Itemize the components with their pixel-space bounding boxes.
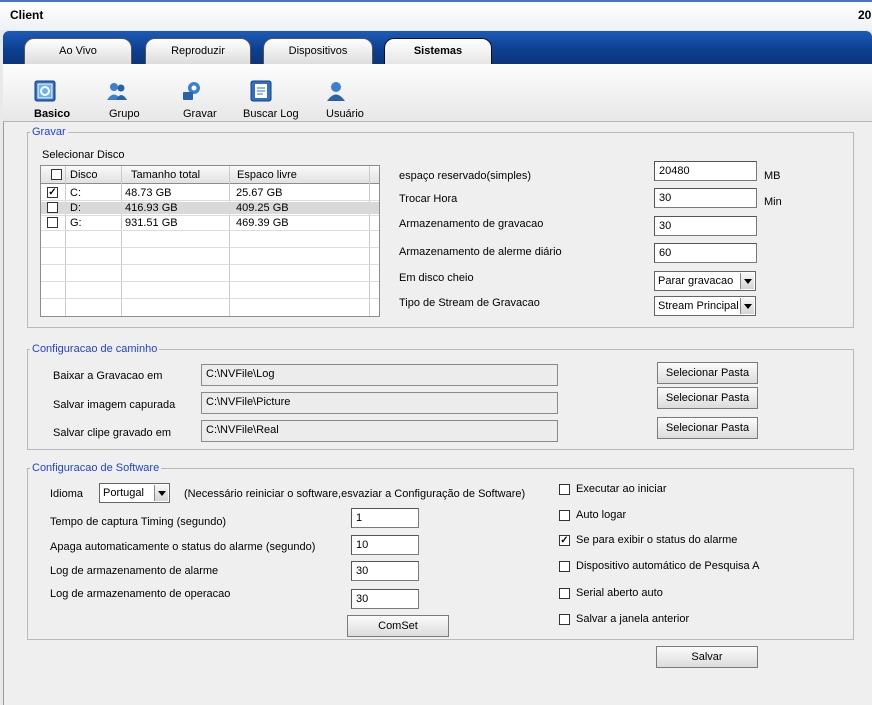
language-select[interactable]: Portugal [99,483,170,503]
software-config-legend: Configuracao de Software [32,462,160,474]
table-row[interactable]: G: 931.51 GB 469.39 GB [41,217,379,229]
column-header-espaco: Espaco livre [237,169,297,181]
alarm-clear-label: Apaga automaticamente o status do alarme… [50,541,316,553]
cell-free: 409.25 GB [236,202,289,214]
option-label: Serial aberto auto [576,587,663,599]
cell-total: 931.51 GB [125,217,178,229]
subnav-basico-label: Basico [34,108,71,120]
window-title-right: 20 [858,8,872,22]
row-checkbox[interactable] [47,217,58,228]
tab-ao-vivo[interactable]: Ao Vivo [24,38,132,64]
reserved-space-input[interactable]: 20480 [654,161,757,181]
path-picture-label: Salvar imagem capurada [53,399,176,411]
op-log-label: Log de armazenamento de operacao [50,588,231,600]
option-label: Dispositivo automático de Pesquisa A [576,560,760,572]
log-search-icon [250,80,272,102]
capture-timing-input[interactable]: 1 [351,508,419,528]
path-download-label: Baixar a Gravacao em [53,370,163,382]
option-label: Executar ao iniciar [576,483,667,495]
option-checkbox[interactable] [559,588,570,599]
stream-type-select[interactable]: Stream Principal [654,296,756,316]
column-header-tamanho: Tamanho total [131,169,201,181]
path-download-field: C:\NVFile\Log [201,364,558,386]
cell-total: 416.93 GB [125,202,178,214]
path-config-legend: Configuracao de caminho [32,343,158,355]
language-note: (Necessário reiniciar o software,esvazia… [184,488,526,500]
language-value: Portugal [103,487,144,499]
storage-label: Armazenamento de gravacao [399,218,544,230]
basic-settings-icon [34,80,56,102]
record-camera-icon [183,82,200,100]
select-folder-clip-button[interactable]: Selecionar Pasta [657,417,758,439]
tab-reproduzir[interactable]: Reproduzir [145,38,251,64]
chevron-down-icon[interactable] [740,298,754,314]
gravar-legend: Gravar [32,126,66,138]
switch-time-input[interactable]: 30 [654,188,757,208]
alarm-storage-input[interactable]: 60 [654,243,757,263]
tab-sistemas[interactable]: Sistemas [384,38,492,64]
cell-disk: G: [70,217,82,229]
reserved-space-unit: MB [764,170,781,182]
cell-disk: C: [70,187,81,199]
select-folder-picture-button[interactable]: Selecionar Pasta [657,387,758,409]
path-clip-field: C:\NVFile\Real [201,420,558,442]
option-checkbox[interactable] [559,561,570,572]
cell-total: 48.73 GB [125,187,172,199]
option-label: Salvar a janela anterior [576,613,690,625]
cell-free: 25.67 GB [236,187,283,199]
option-checkbox[interactable] [559,510,570,521]
alarm-storage-label: Armazenamento de alerme diário [399,246,562,258]
stream-type-value: Stream Principal [658,300,739,312]
table-row[interactable]: D: 416.93 GB 409.25 GB [41,202,379,214]
capture-timing-label: Tempo de captura Timing (segundo) [50,516,227,528]
disk-table-header: Disco Tamanho total Espaco livre [41,166,379,184]
select-all-checkbox[interactable] [51,169,62,180]
comset-button[interactable]: ComSet [347,615,449,637]
window-title: Client [10,8,44,22]
row-checkbox[interactable] [47,202,58,213]
language-label: Idioma [50,488,84,500]
chevron-down-icon[interactable] [154,485,168,501]
subnav-buscar-log-label: Buscar Log [243,108,299,120]
cell-disk: D: [70,202,81,214]
switch-time-label: Trocar Hora [399,193,458,205]
chevron-down-icon[interactable] [740,273,754,289]
reserved-space-label: espaço reservado(simples) [399,170,532,182]
subnav-usuario-label: Usuário [326,108,364,120]
disk-full-label: Em disco cheio [399,272,474,284]
alarm-log-label: Log de armazenamento de alarme [50,565,219,577]
alarm-clear-input[interactable]: 10 [351,535,419,555]
storage-input[interactable]: 30 [654,216,757,236]
option-checkbox[interactable] [559,484,570,495]
cell-free: 469.39 GB [236,217,289,229]
disk-full-value: Parar gravacao [658,275,734,287]
row-checkbox[interactable]: ✓ [47,187,58,198]
select-disk-label: Selecionar Disco [42,149,125,161]
window-title-bar: Client 20 [0,0,872,30]
stream-type-label: Tipo de Stream de Gravacao [399,297,540,309]
subnav-gravar-label: Gravar [183,108,217,120]
disk-table: Disco Tamanho total Espaco livre ✓ C: 48… [40,165,380,317]
save-button[interactable]: Salvar [656,646,758,668]
select-folder-download-button[interactable]: Selecionar Pasta [657,362,758,384]
option-label: Se para exibir o status do alarme [576,534,738,546]
user-icon [327,82,345,101]
subnav-grupo-label: Grupo [109,108,140,120]
option-checkbox[interactable]: ✓ [559,535,570,546]
alarm-log-input[interactable]: 30 [351,561,419,581]
switch-time-unit: Min [764,196,782,208]
column-header-disco: Disco [70,169,98,181]
group-users-icon [107,83,127,100]
path-picture-field: C:\NVFile\Picture [201,392,558,414]
table-row[interactable]: ✓ C: 48.73 GB 25.67 GB [41,187,379,199]
disk-full-select[interactable]: Parar gravacao [654,271,756,291]
tab-dispositivos[interactable]: Dispositivos [263,38,373,64]
option-checkbox[interactable] [559,614,570,625]
path-clip-label: Salvar clipe gravado em [53,427,172,439]
option-label: Auto logar [576,509,627,521]
op-log-input[interactable]: 30 [351,589,419,609]
